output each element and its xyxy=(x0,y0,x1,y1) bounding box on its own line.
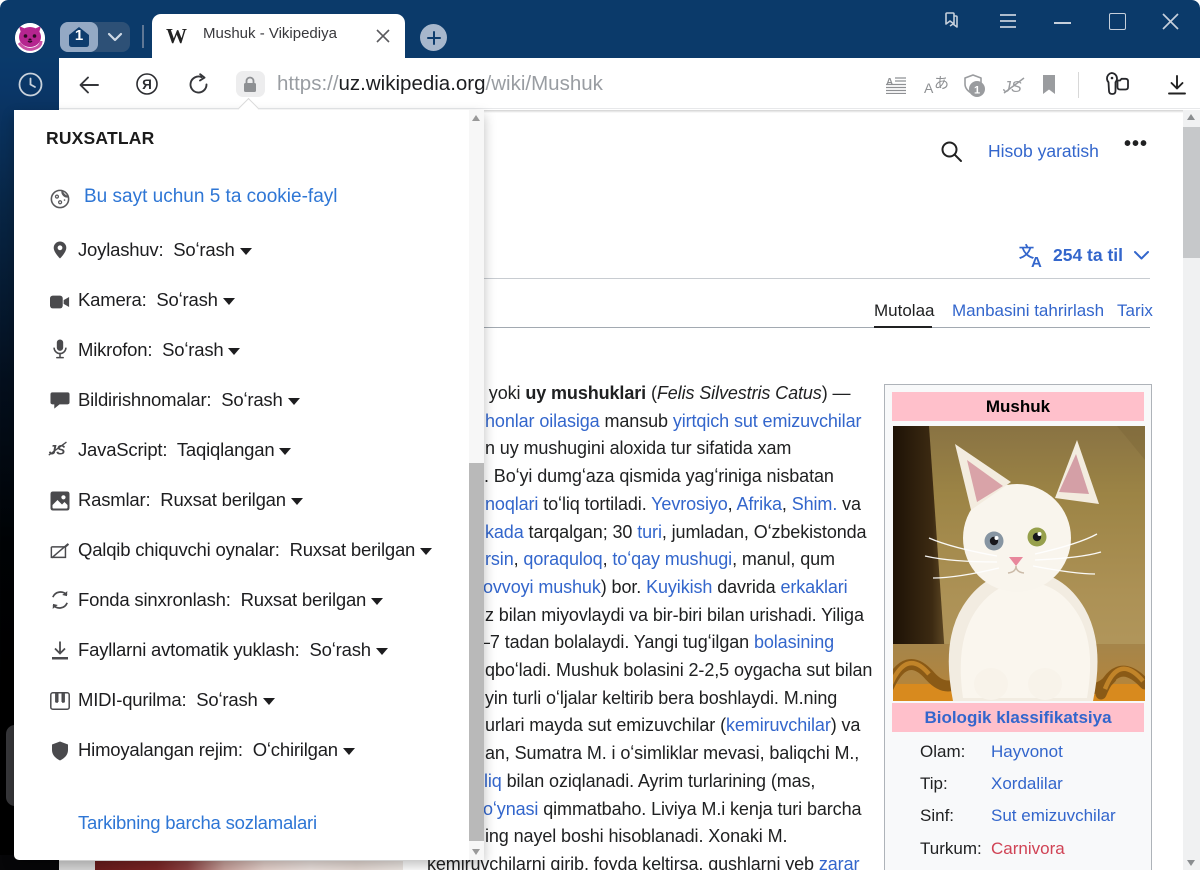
svg-text:A: A xyxy=(886,77,893,88)
svg-text:A: A xyxy=(1031,254,1042,267)
svg-text:1: 1 xyxy=(974,85,980,97)
svg-text:あ: あ xyxy=(934,75,948,92)
svg-text:Я: Я xyxy=(142,77,152,92)
svg-text:A: A xyxy=(924,80,934,95)
